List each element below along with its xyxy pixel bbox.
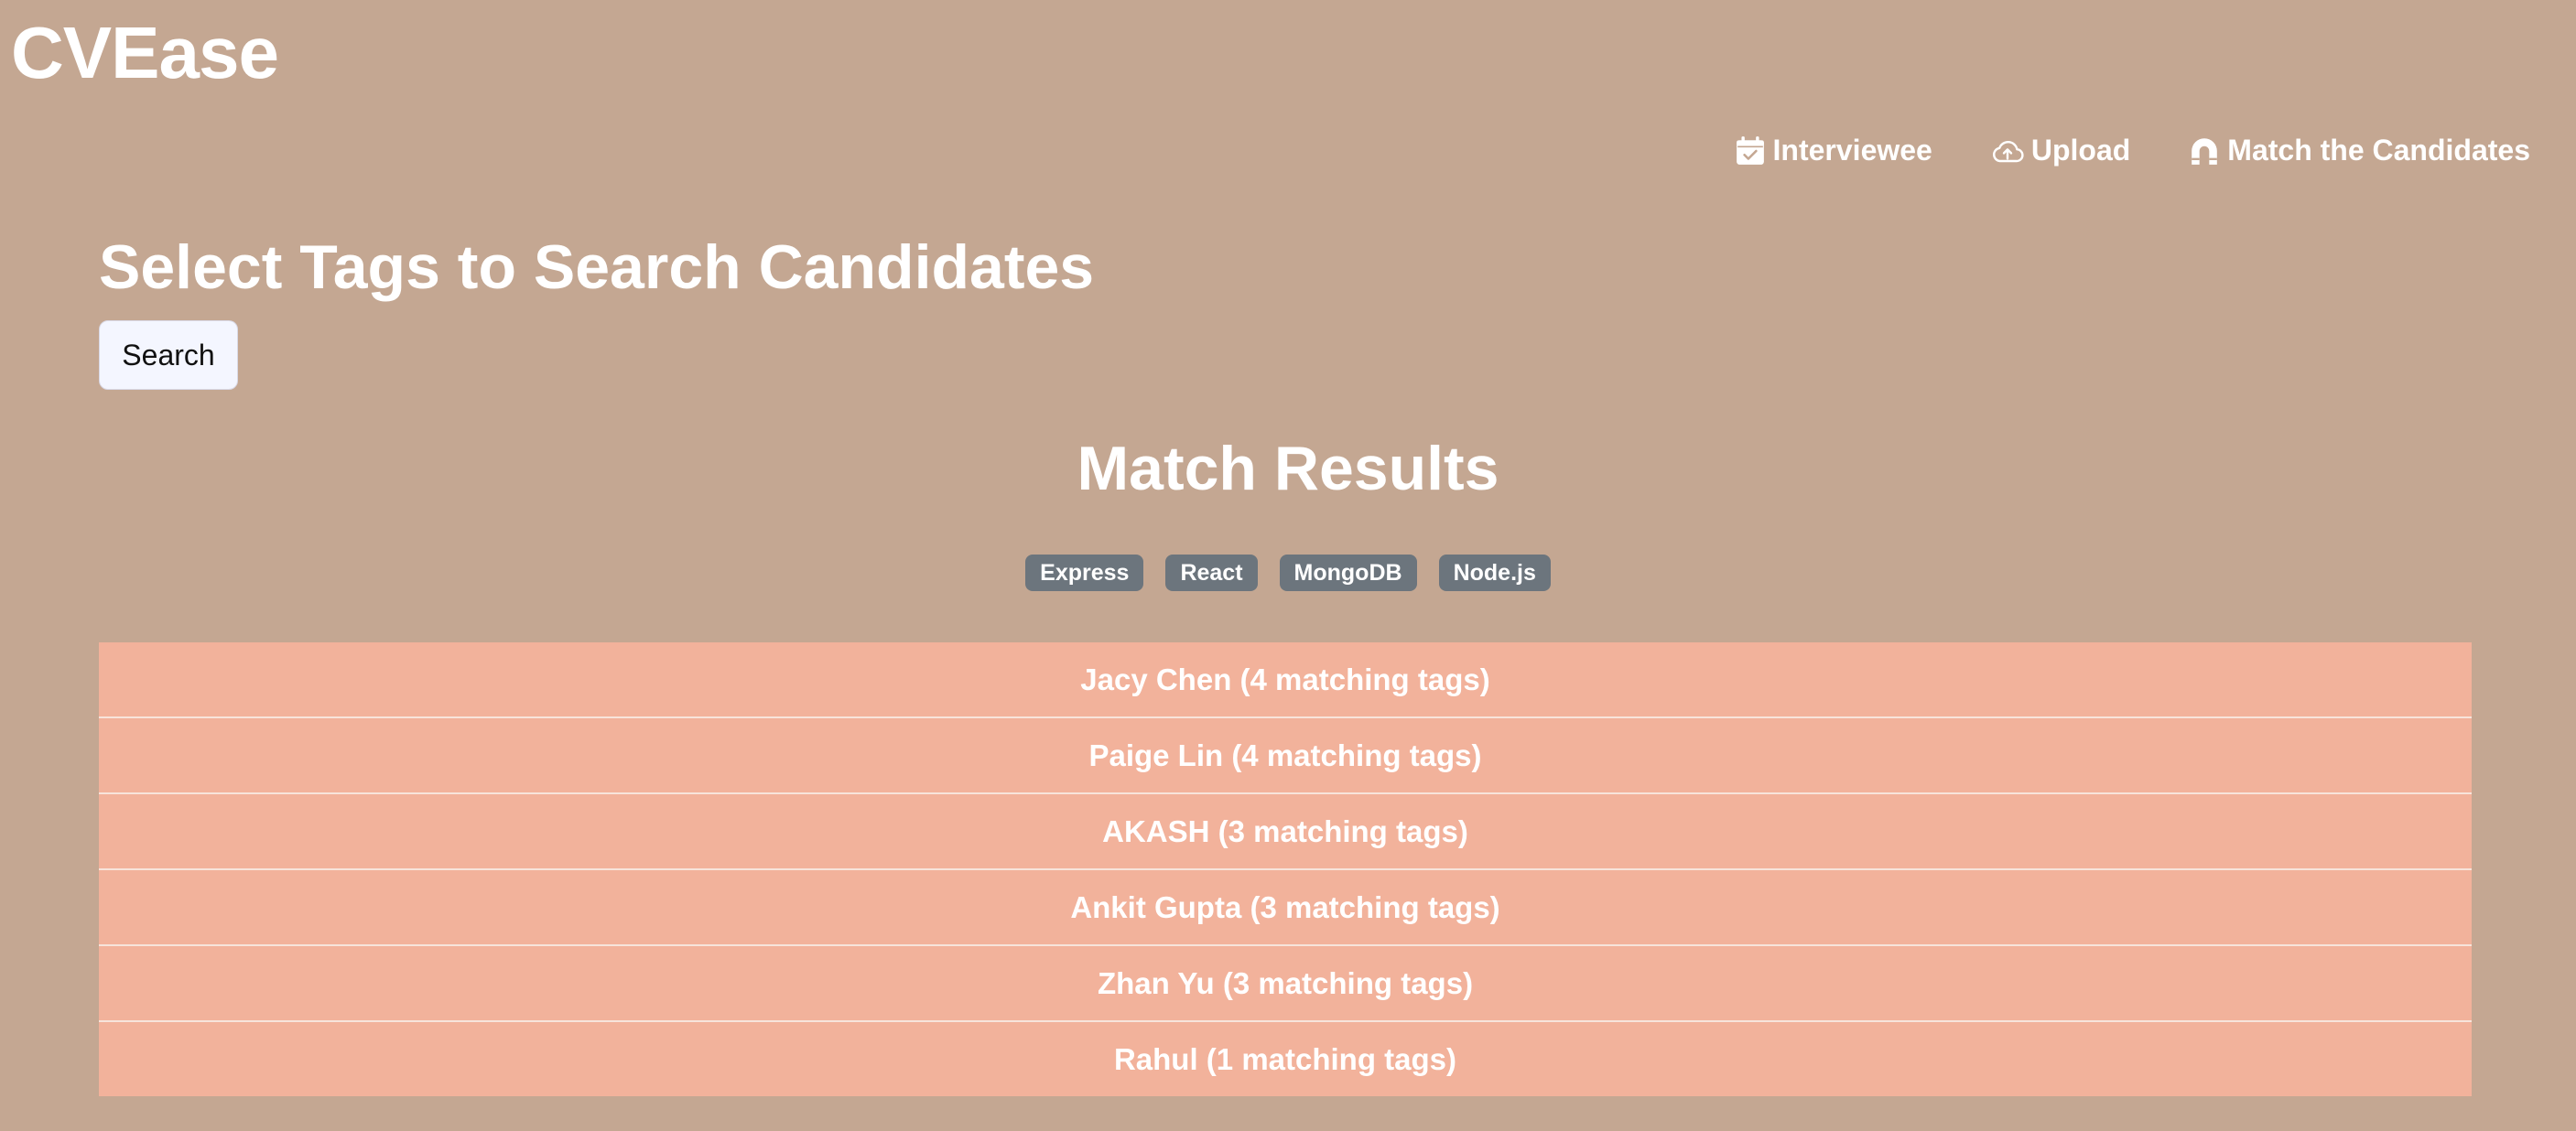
cloud-upload-icon: [1991, 135, 2024, 167]
brand-logo[interactable]: CVEase: [11, 13, 279, 93]
nav-item-upload[interactable]: Upload: [1991, 134, 2130, 167]
candidate-row[interactable]: Ankit Gupta (3 matching tags): [99, 870, 2472, 946]
nav-label-interviewee: Interviewee: [1772, 134, 1932, 167]
top-nav: Interviewee Upload Match the Candidates: [1735, 134, 2530, 167]
results-title: Match Results: [1077, 434, 1499, 503]
calendar-check-icon: [1735, 135, 1766, 167]
tag-badge: MongoDB: [1279, 555, 1417, 591]
selected-tags: Express React MongoDB Node.js: [0, 555, 2576, 591]
nav-item-interviewee[interactable]: Interviewee: [1735, 134, 1932, 167]
nav-label-match-candidates: Match the Candidates: [2227, 134, 2530, 167]
candidate-row[interactable]: Jacy Chen (4 matching tags): [99, 642, 2472, 718]
candidate-row[interactable]: Rahul (1 matching tags): [99, 1022, 2472, 1096]
candidate-row[interactable]: Zhan Yu (3 matching tags): [99, 946, 2472, 1022]
tag-badge: Express: [1025, 555, 1144, 591]
search-button[interactable]: Search: [99, 320, 238, 390]
tag-badge: React: [1165, 555, 1258, 591]
tag-badge: Node.js: [1438, 555, 1551, 591]
candidate-row[interactable]: AKASH (3 matching tags): [99, 794, 2472, 870]
nav-item-match-candidates[interactable]: Match the Candidates: [2189, 134, 2530, 167]
nav-label-upload: Upload: [2030, 134, 2131, 167]
page-title: Select Tags to Search Candidates: [99, 232, 1095, 302]
magnet-icon: [2189, 135, 2220, 167]
candidate-row[interactable]: Paige Lin (4 matching tags): [99, 718, 2472, 794]
results-list: Jacy Chen (4 matching tags) Paige Lin (4…: [99, 642, 2472, 1096]
